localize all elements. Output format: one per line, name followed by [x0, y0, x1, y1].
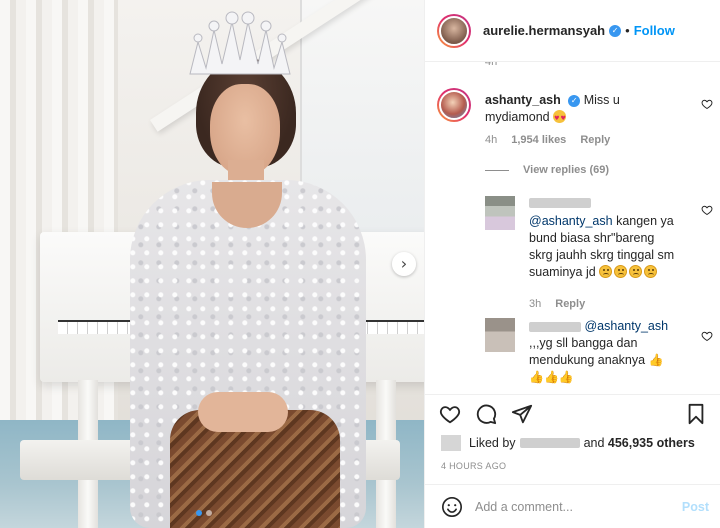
commenter-avatar[interactable] — [437, 88, 471, 122]
replier-avatar[interactable] — [485, 318, 515, 352]
follow-button[interactable]: Follow — [634, 23, 675, 38]
redacted-liker — [519, 438, 580, 448]
comment-likes[interactable]: 1,954 likes — [511, 134, 566, 146]
likes-count[interactable]: 456,935 others — [608, 436, 695, 450]
comment-body: ashanty_ash ✓ Miss u mydiamond — [485, 92, 681, 127]
crown — [189, 11, 291, 75]
redacted-username — [529, 197, 591, 208]
save-bookmark-icon[interactable] — [685, 403, 707, 425]
reply-button[interactable]: Reply — [555, 298, 585, 310]
comment-bubble-icon[interactable] — [475, 403, 497, 425]
view-replies-button[interactable]: View replies (69) — [485, 164, 609, 176]
author-avatar[interactable] — [437, 13, 471, 48]
heart-eyes-emoji-icon — [553, 110, 567, 127]
post-header: aurelie.hermansyah ✓ • Follow — [425, 0, 720, 62]
view-replies-label: View replies (69) — [523, 164, 610, 176]
verified-badge-icon: ✓ — [609, 24, 622, 37]
like-reply-heart-icon[interactable] — [701, 330, 713, 342]
reply-meta: 3h Reply — [529, 298, 585, 310]
sad-emoji-icon — [629, 265, 643, 278]
thumbs-up-emoji-icon: 👍👍👍 — [529, 370, 574, 384]
instagram-post: › aurelie.hermansyah ✓ • Follow 4h ashan… — [0, 0, 720, 528]
reply-body: @ashanty_ash ,,,yg sll bangga dan menduk… — [529, 318, 679, 386]
thumbs-up-emoji-icon: 👍 — [648, 353, 664, 367]
carousel-dot — [206, 510, 212, 516]
post-photo[interactable]: › — [0, 0, 424, 528]
post-comment-button[interactable]: Post — [682, 500, 709, 514]
like-reply-heart-icon[interactable] — [701, 204, 713, 216]
liker-avatar — [441, 435, 461, 451]
post-actions: Liked by and 456,935 others 4 HOURS AGO — [425, 394, 720, 484]
sad-emoji-icon — [644, 265, 658, 278]
author-username[interactable]: aurelie.hermansyah — [483, 23, 605, 38]
like-heart-icon[interactable] — [439, 403, 461, 425]
like-comment-heart-icon[interactable] — [701, 98, 713, 110]
sad-emoji-icon — [599, 265, 613, 278]
liked-by-summary[interactable]: Liked by and 456,935 others — [441, 435, 695, 451]
share-paper-plane-icon[interactable] — [511, 403, 533, 425]
liked-by-and: and — [583, 436, 605, 450]
mention-link[interactable]: @ashanty_ash — [529, 214, 613, 228]
liked-by-prefix: Liked by — [469, 436, 516, 450]
replier-avatar[interactable] — [485, 196, 515, 230]
emoji-picker-icon[interactable] — [441, 496, 463, 518]
bride-figure — [0, 0, 424, 528]
carousel-dot-active — [196, 510, 202, 516]
comment-composer: Post — [425, 484, 720, 528]
redacted-username — [529, 321, 581, 332]
carousel-indicator — [196, 510, 212, 516]
comment-time: 4h — [485, 134, 498, 146]
reply-body: @ashanty_ash kangen ya bund biasa shr"ba… — [529, 196, 679, 281]
reply-time: 3h — [529, 298, 542, 310]
post-timestamp[interactable]: 4 HOURS AGO — [441, 461, 506, 471]
caption-time: 4h — [485, 62, 498, 68]
reply-button[interactable]: Reply — [580, 134, 610, 146]
post-sidebar: aurelie.hermansyah ✓ • Follow 4h ashanty… — [424, 0, 720, 528]
verified-badge-icon: ✓ — [568, 94, 581, 107]
replies-divider — [485, 169, 509, 171]
add-comment-input[interactable] — [475, 499, 682, 514]
hands — [198, 392, 288, 432]
reply-text: ,,,yg sll bangga dan mendukung anaknya — [529, 336, 646, 367]
carousel-next-button[interactable]: › — [392, 252, 416, 276]
mention-link[interactable]: @ashanty_ash — [584, 319, 668, 333]
comment-meta: 4h 1,954 likes Reply — [485, 134, 610, 146]
sad-emoji-icon — [614, 265, 628, 278]
comment-list[interactable]: 4h ashanty_ash ✓ Miss u mydiamond 4h 1,9… — [425, 62, 720, 394]
header-separator: • — [625, 23, 630, 38]
commenter-username[interactable]: ashanty_ash — [485, 93, 561, 107]
